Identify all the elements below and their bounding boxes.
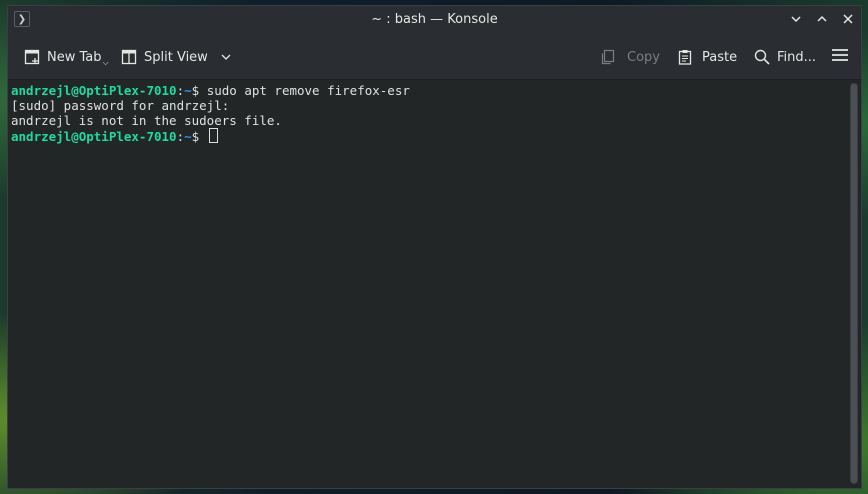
prompt-path: ~	[184, 83, 192, 98]
chevron-down-icon: ⌵	[102, 58, 109, 67]
text-cursor	[208, 128, 218, 143]
paste-icon	[677, 49, 693, 65]
prompt-separator: :	[176, 129, 185, 144]
window-title: ~ : bash — Konsole	[371, 12, 498, 27]
copy-label: Copy	[627, 49, 660, 65]
split-view-button[interactable]: Split View	[121, 47, 231, 67]
prompt-user: andrzejl@OptiPlex-7010	[11, 83, 177, 98]
copy-button[interactable]: Copy	[600, 47, 660, 67]
vertical-scrollbar[interactable]	[850, 83, 858, 484]
copy-icon	[600, 49, 616, 65]
paste-button[interactable]: Paste	[677, 47, 737, 67]
terminal-line: andrzejl@OptiPlex-7010:~$	[11, 128, 858, 144]
paste-label: Paste	[702, 49, 738, 65]
konsole-window: ❯ ~ : bash — Konsole New Tab ⌵ Split Vie…	[7, 5, 862, 489]
prompt-user: andrzejl@OptiPlex-7010	[11, 129, 177, 144]
maximize-icon[interactable]	[813, 10, 831, 28]
command-text: $ sudo apt remove firefox-esr	[191, 83, 410, 98]
close-icon[interactable]	[839, 10, 857, 28]
chevron-down-icon[interactable]	[221, 52, 231, 62]
new-tab-label: New Tab	[47, 49, 102, 65]
find-label: Find...	[777, 49, 817, 65]
hamburger-menu-icon[interactable]	[832, 48, 848, 66]
toolbar: New Tab ⌵ Split View Copy Paste Find...	[8, 34, 861, 80]
title-bar[interactable]: ❯ ~ : bash — Konsole	[8, 6, 861, 34]
terminal-output[interactable]: andrzejl@OptiPlex-7010:~$ sudo apt remov…	[8, 80, 861, 488]
terminal-line: andrzejl@OptiPlex-7010:~$ sudo apt remov…	[11, 83, 858, 98]
prompt-separator: :	[176, 83, 185, 98]
command-text: $	[191, 129, 207, 144]
window-controls	[787, 10, 857, 28]
split-view-icon	[121, 49, 137, 65]
split-view-label: Split View	[144, 49, 208, 65]
prompt-path: ~	[184, 129, 192, 144]
terminal-line: [sudo] password for andrzejl:	[11, 98, 230, 113]
find-button[interactable]: Find...	[754, 47, 816, 67]
new-tab-icon	[24, 49, 40, 65]
search-icon	[754, 49, 770, 65]
terminal-line: andrzejl is not in the sudoers file.	[11, 113, 282, 128]
minimize-icon[interactable]	[787, 10, 805, 28]
scrollbar-thumb[interactable]	[851, 84, 857, 483]
new-tab-button[interactable]: New Tab ⌵	[24, 47, 109, 67]
